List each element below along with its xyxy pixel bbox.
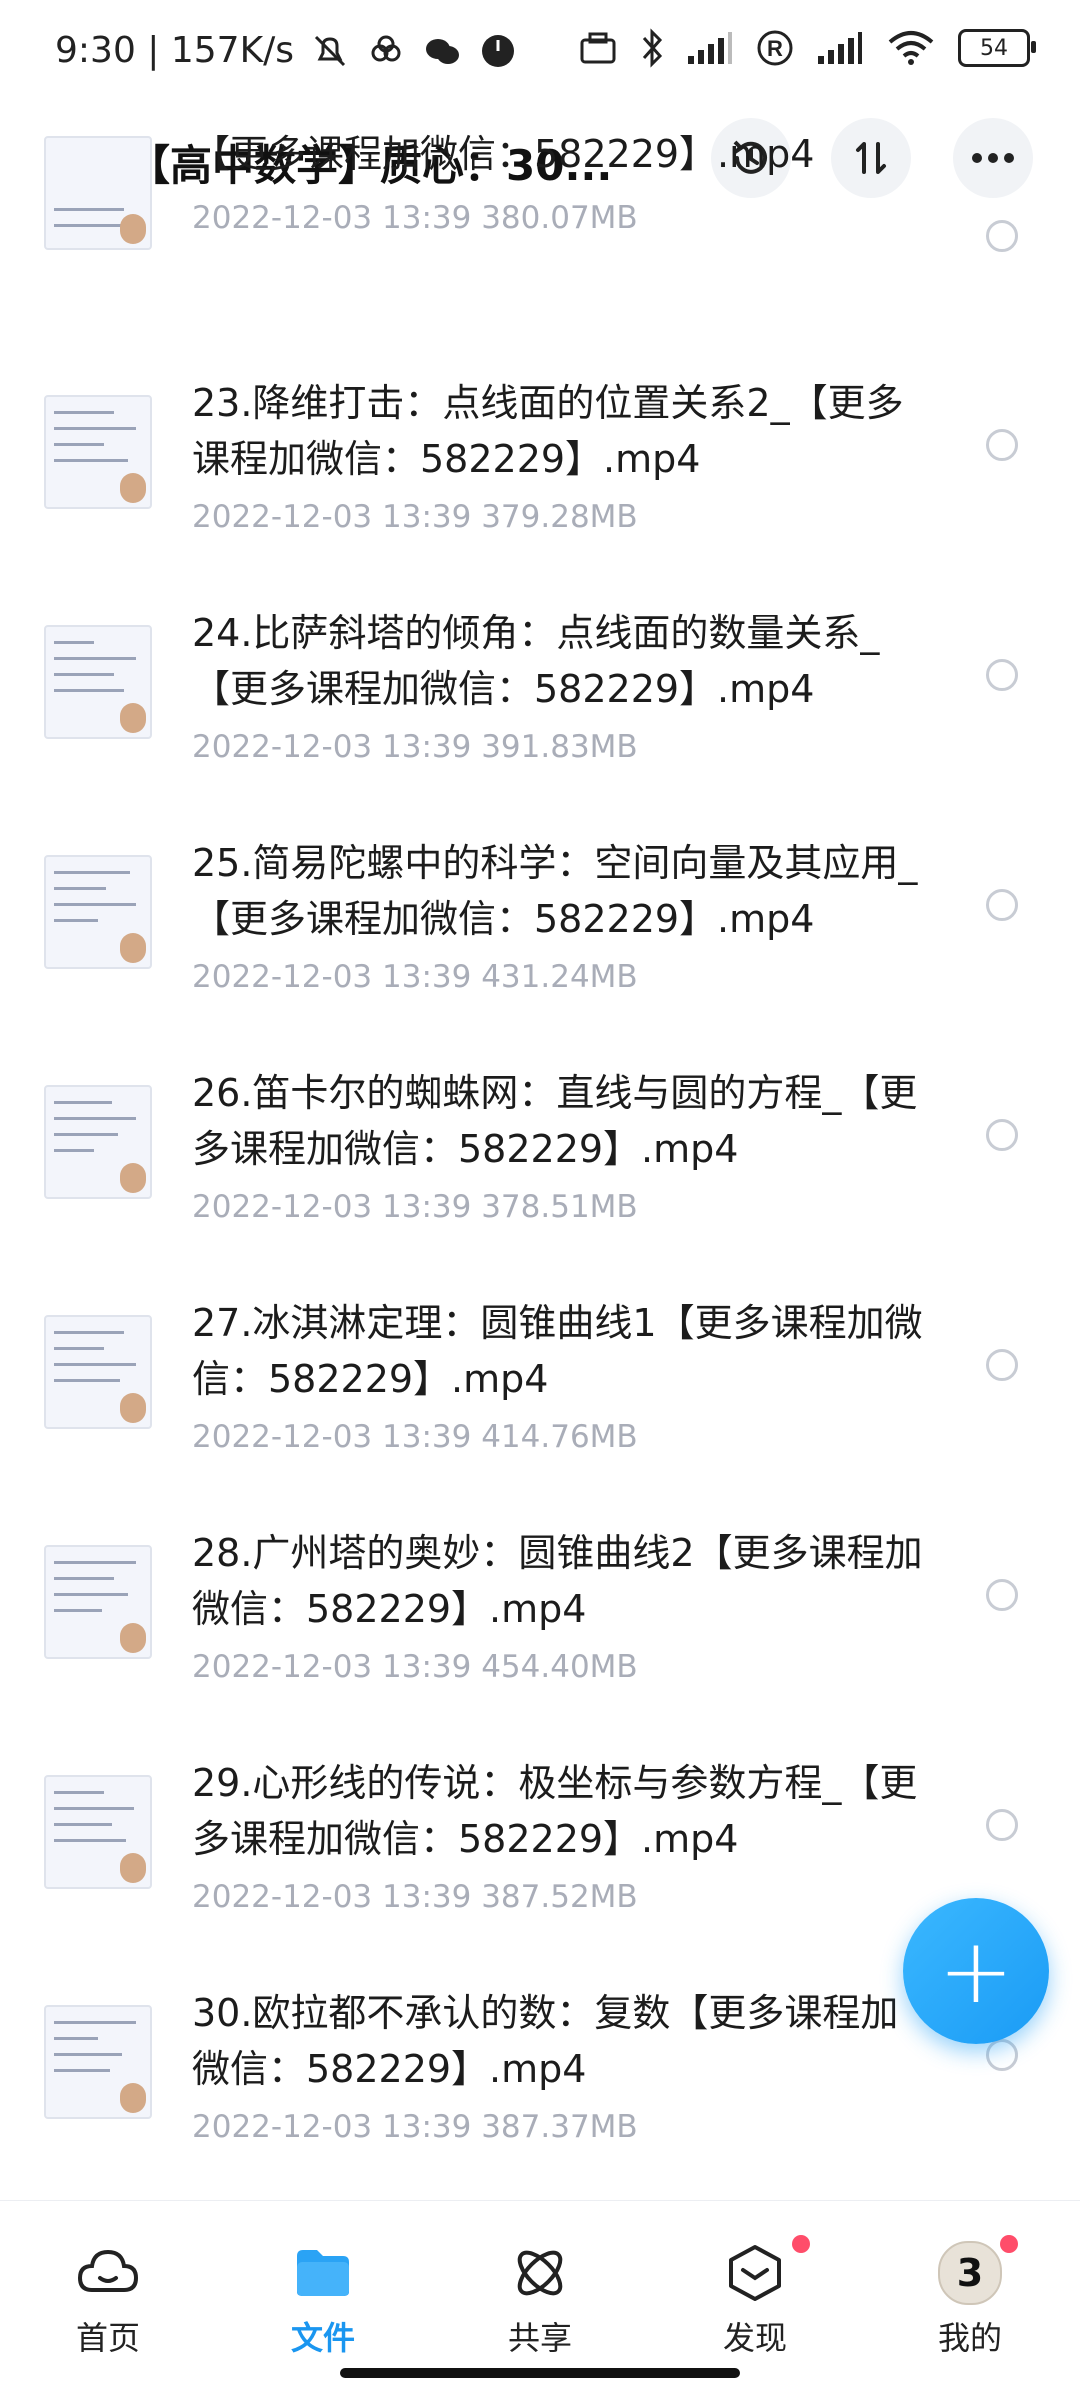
bluetooth-icon (642, 28, 663, 68)
file-meta: 2022-12-03 13:39 378.51MB (192, 1189, 638, 1225)
select-radio[interactable] (986, 1579, 1018, 1611)
svg-text:R: R (767, 36, 783, 61)
video-thumbnail (44, 1545, 152, 1659)
video-thumbnail (44, 2005, 152, 2119)
video-thumbnail (44, 1315, 152, 1429)
file-meta: 2022-12-03 13:39 380.07MB (192, 200, 638, 236)
cloud-icon (76, 2241, 140, 2305)
home-indicator (340, 2368, 740, 2378)
add-button[interactable]: + (903, 1898, 1049, 2044)
select-radio[interactable] (986, 1809, 1018, 1841)
list-item[interactable]: 24.比萨斜塔的倾角：点线面的数量关系_【更多课程加微信：582229】.mp4… (0, 605, 1080, 835)
link-icon (371, 35, 401, 61)
video-thumbnail (44, 1775, 152, 1889)
mute-bell-icon (315, 35, 346, 66)
select-radio[interactable] (986, 659, 1018, 691)
roaming-r-icon: R (757, 30, 793, 66)
video-thumbnail (44, 136, 152, 250)
file-name: 24.比萨斜塔的倾角：点线面的数量关系_【更多课程加微信：582229】.mp4 (192, 611, 880, 711)
file-name: 25.简易陀螺中的科学：空间向量及其应用_【更多课程加微信：582229】.mp… (192, 841, 918, 941)
file-meta: 2022-12-03 13:39 379.28MB (192, 499, 638, 535)
video-thumbnail (44, 1085, 152, 1199)
file-name: 28.广州塔的奥妙：圆锥曲线2【更多课程加微信：582229】.mp4 (192, 1531, 923, 1631)
sim-card-icon (580, 32, 616, 64)
select-radio[interactable] (986, 429, 1018, 461)
select-radio[interactable] (986, 2039, 1018, 2071)
list-item[interactable]: 23.降维打击：点线面的位置关系2_【更多课程加微信：582229】.mp4 2… (0, 375, 1080, 605)
notification-dot (792, 2235, 810, 2253)
notification-dot (1000, 2235, 1018, 2253)
file-meta: 2022-12-03 13:39 387.37MB (192, 2109, 638, 2145)
file-meta: 2022-12-03 13:39 414.76MB (192, 1419, 638, 1455)
avatar-icon: 3 (938, 2241, 1002, 2305)
video-thumbnail (44, 395, 152, 509)
signal-bars-2-icon (818, 32, 862, 64)
file-meta: 2022-12-03 13:39 431.24MB (192, 959, 638, 995)
share-orbit-icon (508, 2241, 572, 2305)
wechat-icon (426, 38, 460, 64)
nav-item-files[interactable]: 文件 (253, 2241, 393, 2359)
select-radio[interactable] (986, 1119, 1018, 1151)
select-radio[interactable] (986, 220, 1018, 252)
clock-app-icon (482, 34, 515, 67)
status-bar: 9:30 | 157K/s R 54 (0, 0, 1080, 110)
file-name: 29.心形线的传说：极坐标与参数方程_【更多课程加微信：582229】.mp4 (192, 1761, 918, 1861)
status-time-speed: 9:30 | 157K/s (55, 30, 295, 71)
file-name: 26.笛卡尔的蜘蛛网：直线与圆的方程_【更多课程加微信：582229】.mp4 (192, 1071, 918, 1171)
list-item[interactable]: 27.冰淇淋定理：圆锥曲线1【更多课程加微信：582229】.mp4 2022-… (0, 1295, 1080, 1525)
file-name: 27.冰淇淋定理：圆锥曲线1【更多课程加微信：582229】.mp4 (192, 1301, 923, 1401)
file-meta: 2022-12-03 13:39 387.52MB (192, 1879, 638, 1915)
list-item[interactable]: 【更多课程加微信：582229】.mp4 2022-12-03 13:39 38… (0, 100, 1080, 330)
list-item[interactable]: 26.笛卡尔的蜘蛛网：直线与圆的方程_【更多课程加微信：582229】.mp4 … (0, 1065, 1080, 1295)
nav-item-share[interactable]: 共享 (470, 2241, 610, 2359)
nav-item-me[interactable]: 3 我的 (900, 2235, 1040, 2359)
file-meta: 2022-12-03 13:39 454.40MB (192, 1649, 638, 1685)
list-item[interactable]: 28.广州塔的奥妙：圆锥曲线2【更多课程加微信：582229】.mp4 2022… (0, 1525, 1080, 1755)
battery-indicator: 54 (958, 29, 1036, 67)
nav-item-home[interactable]: 首页 (38, 2241, 178, 2359)
nav-item-discover[interactable]: 发现 (685, 2235, 825, 2359)
list-item[interactable]: 30.欧拉都不承认的数：复数【更多课程加微信：582229】.mp4 2022-… (0, 1985, 1080, 2215)
signal-bars-icon (688, 32, 732, 64)
file-meta: 2022-12-03 13:39 391.83MB (192, 729, 638, 765)
wifi-icon (888, 31, 934, 65)
file-name: 30.欧拉都不承认的数：复数【更多课程加微信：582229】.mp4 (192, 1991, 899, 2091)
folder-icon (291, 2241, 355, 2305)
select-radio[interactable] (986, 889, 1018, 921)
list-item[interactable]: 25.简易陀螺中的科学：空间向量及其应用_【更多课程加微信：582229】.mp… (0, 835, 1080, 1065)
video-thumbnail (44, 855, 152, 969)
file-name: 23.降维打击：点线面的位置关系2_【更多课程加微信：582229】.mp4 (192, 381, 904, 481)
avatar: 3 (938, 2241, 1002, 2305)
cube-icon (723, 2241, 787, 2305)
video-thumbnail (44, 625, 152, 739)
file-name: 【更多课程加微信：582229】.mp4 (192, 132, 815, 176)
select-radio[interactable] (986, 1349, 1018, 1381)
